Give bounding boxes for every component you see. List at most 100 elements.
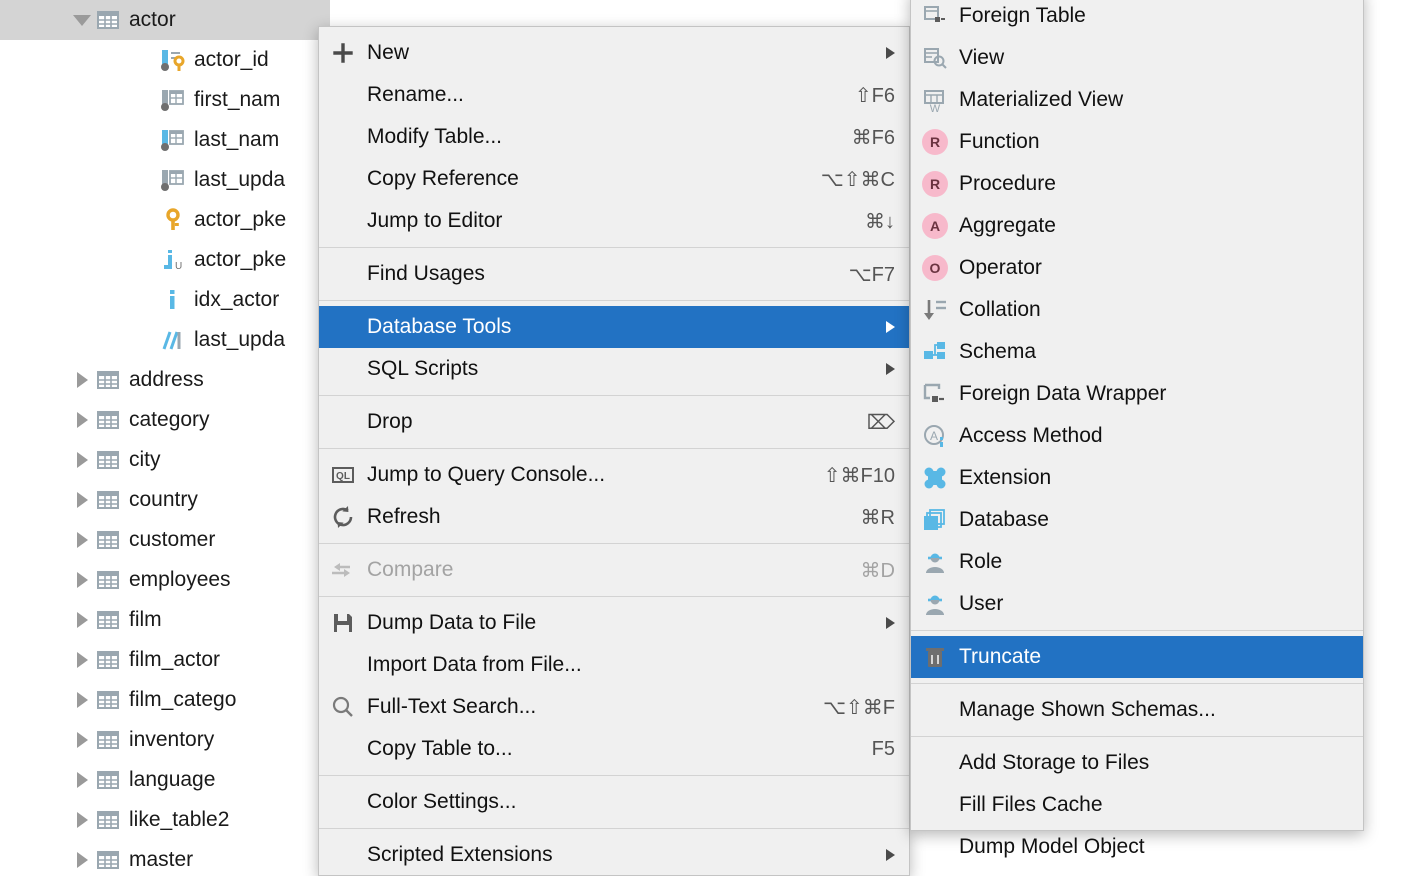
tree-row[interactable]: inventory: [0, 720, 330, 760]
expand-toggle-closed-icon[interactable]: [69, 532, 95, 548]
submenu-item-operator[interactable]: OOperator: [911, 247, 1363, 289]
menu-item-new[interactable]: New: [319, 32, 909, 74]
tree-row[interactable]: last_upda: [0, 320, 330, 360]
expand-toggle-closed-icon[interactable]: [69, 852, 95, 868]
submenu-item-add-storage-to-files[interactable]: Add Storage to Files: [911, 742, 1363, 784]
tree-row[interactable]: film_actor: [0, 640, 330, 680]
tree-row[interactable]: country: [0, 480, 330, 520]
table-icon: [95, 607, 121, 633]
menu-item-import-data-from-file[interactable]: Import Data from File...: [319, 644, 909, 686]
tree-row[interactable]: master: [0, 840, 330, 876]
tree-row[interactable]: employees: [0, 560, 330, 600]
expand-toggle-closed-icon[interactable]: [69, 412, 95, 428]
submenu-item-aggregate[interactable]: AAggregate: [911, 205, 1363, 247]
menu-item-rename[interactable]: Rename...⇧F6: [319, 74, 909, 116]
view-icon: [911, 37, 959, 79]
menu-item-sql-scripts[interactable]: SQL Scripts: [319, 348, 909, 390]
tree-row[interactable]: film: [0, 600, 330, 640]
tree-row[interactable]: actor_pke: [0, 200, 330, 240]
tree-row[interactable]: last_nam: [0, 120, 330, 160]
submenu-item-foreign-table[interactable]: Foreign Table: [911, 0, 1363, 37]
expand-toggle-closed-icon[interactable]: [69, 492, 95, 508]
svg-text:U: U: [175, 261, 182, 272]
menu-item-dump-data-to-file[interactable]: Dump Data to File: [319, 602, 909, 644]
expand-toggle-closed-icon[interactable]: [69, 612, 95, 628]
tree-row-label: first_nam: [194, 88, 280, 112]
submenu-item-manage-shown-schemas[interactable]: Manage Shown Schemas...: [911, 689, 1363, 731]
menu-item-jump-to-editor[interactable]: Jump to Editor⌘↓: [319, 200, 909, 242]
expand-toggle-closed-icon[interactable]: [69, 812, 95, 828]
menu-item-jump-to-query-console[interactable]: QLJump to Query Console...⇧⌘F10: [319, 454, 909, 496]
menu-item-color-settings[interactable]: Color Settings...: [319, 781, 909, 823]
procedure-icon: R: [911, 163, 959, 205]
menu-icon-placeholder: [319, 834, 367, 876]
submenu-item-database[interactable]: Database: [911, 499, 1363, 541]
menu-separator: [319, 596, 909, 597]
menu-icon-placeholder: [319, 728, 367, 770]
tree-row[interactable]: last_upda: [0, 160, 330, 200]
submenu-item-procedure[interactable]: RProcedure: [911, 163, 1363, 205]
expand-toggle-closed-icon[interactable]: [69, 692, 95, 708]
tree-row[interactable]: film_catego: [0, 680, 330, 720]
expand-toggle-closed-icon[interactable]: [69, 732, 95, 748]
context-menu[interactable]: NewRename...⇧F6Modify Table...⌘F6Copy Re…: [318, 26, 910, 876]
tree-row[interactable]: customer: [0, 520, 330, 560]
database-tree-panel[interactable]: actoractor_idfirst_namlast_namlast_updaa…: [0, 0, 330, 876]
tree-row[interactable]: first_nam: [0, 80, 330, 120]
database-tools-submenu[interactable]: Foreign TableViewWMaterialized ViewRFunc…: [910, 0, 1364, 831]
tree-row[interactable]: language: [0, 760, 330, 800]
svg-text:W: W: [930, 103, 941, 113]
collation-icon: [911, 289, 959, 331]
expand-toggle-closed-icon[interactable]: [69, 372, 95, 388]
expand-toggle-closed-icon[interactable]: [69, 572, 95, 588]
menu-item-modify-table[interactable]: Modify Table...⌘F6: [319, 116, 909, 158]
submenu-item-schema[interactable]: Schema: [911, 331, 1363, 373]
tree-row[interactable]: like_table2: [0, 800, 330, 840]
submenu-item-extension[interactable]: Extension: [911, 457, 1363, 499]
submenu-item-user[interactable]: User: [911, 583, 1363, 625]
tree-row[interactable]: category: [0, 400, 330, 440]
menu-icon-placeholder: [911, 742, 959, 784]
submenu-item-dump-model-object[interactable]: Dump Model Object: [911, 826, 1363, 868]
submenu-item-view[interactable]: View: [911, 37, 1363, 79]
menu-icon-placeholder: [911, 826, 959, 868]
tree-row[interactable]: idx_actor: [0, 280, 330, 320]
submenu-item-access-method[interactable]: AAccess Method: [911, 415, 1363, 457]
submenu-item-role[interactable]: Role: [911, 541, 1363, 583]
menu-item-drop[interactable]: Drop⌦: [319, 401, 909, 443]
expand-toggle-closed-icon[interactable]: [69, 772, 95, 788]
tree-row[interactable]: city: [0, 440, 330, 480]
menu-item-full-text-search[interactable]: Full-Text Search...⌥⇧⌘F: [319, 686, 909, 728]
menu-separator: [911, 736, 1363, 737]
column-icon: [160, 167, 186, 193]
tree-row[interactable]: actor_id: [0, 40, 330, 80]
submenu-item-truncate[interactable]: Truncate: [911, 636, 1363, 678]
submenu-item-materialized-view[interactable]: WMaterialized View: [911, 79, 1363, 121]
submenu-item-fill-files-cache[interactable]: Fill Files Cache: [911, 784, 1363, 826]
menu-item-label: Role: [959, 550, 1349, 574]
submenu-item-collation[interactable]: Collation: [911, 289, 1363, 331]
expand-toggle-open-icon[interactable]: [69, 15, 95, 26]
submenu-arrow-icon: [886, 849, 895, 861]
tree-row[interactable]: Uactor_pke: [0, 240, 330, 280]
table-icon: [95, 407, 121, 433]
menu-item-copy-reference[interactable]: Copy Reference⌥⇧⌘C: [319, 158, 909, 200]
menu-icon-placeholder: [319, 253, 367, 295]
tree-row[interactable]: actor: [0, 0, 330, 40]
menu-item-refresh[interactable]: Refresh⌘R: [319, 496, 909, 538]
menu-item-scripted-extensions[interactable]: Scripted Extensions: [319, 834, 909, 876]
submenu-item-function[interactable]: RFunction: [911, 121, 1363, 163]
table-icon: [95, 567, 121, 593]
menu-icon-placeholder: [319, 200, 367, 242]
menu-item-database-tools[interactable]: Database Tools: [319, 306, 909, 348]
submenu-arrow-icon: [886, 321, 895, 333]
submenu-item-foreign-data-wrapper[interactable]: Foreign Data Wrapper: [911, 373, 1363, 415]
database-icon: [911, 499, 959, 541]
expand-toggle-closed-icon[interactable]: [69, 452, 95, 468]
tree-row[interactable]: address: [0, 360, 330, 400]
menu-item-label: Fill Files Cache: [959, 793, 1349, 817]
menu-item-find-usages[interactable]: Find Usages⌥F7: [319, 253, 909, 295]
menu-item-copy-table-to[interactable]: Copy Table to...F5: [319, 728, 909, 770]
menu-item-label: Manage Shown Schemas...: [959, 698, 1349, 722]
expand-toggle-closed-icon[interactable]: [69, 652, 95, 668]
